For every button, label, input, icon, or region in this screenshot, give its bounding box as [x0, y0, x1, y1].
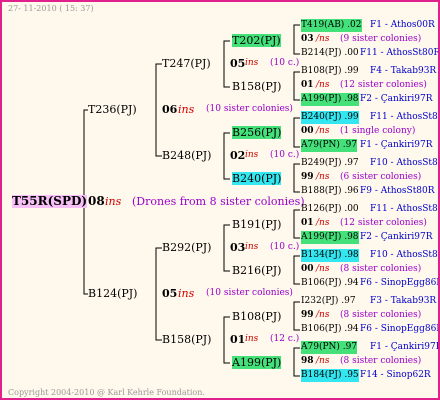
gen4-top-queen: B108(PJ) .99	[301, 66, 359, 76]
gen2-ins: ins	[245, 150, 259, 160]
gen1-ins: ins	[178, 287, 195, 300]
gen4-top-queen: B240(PJ) .99	[301, 111, 359, 124]
gen4-note: (12 sister colonies)	[340, 80, 427, 90]
gen2-ins: ins	[245, 242, 259, 252]
gen4-ins: /ns	[316, 356, 330, 366]
gen4-bottom-location: F2 - Çankiri97R	[360, 232, 433, 242]
gen4-bottom-location: F1 - Çankiri97R	[360, 140, 433, 150]
gen4-bottom-queen: B188(PJ) .96	[301, 186, 359, 196]
root-drone-note: (Drones from 8 sister colonies)	[132, 195, 305, 208]
gen2-queen: B292(PJ)	[162, 241, 212, 254]
gen4-top-location: F10 - AthosSt80R	[370, 158, 438, 168]
root-ins: ins	[105, 195, 122, 208]
gen4-top-queen: A79(PN) .97	[301, 341, 358, 354]
gen4-top-queen: B134(PJ) .98	[301, 249, 359, 262]
gen2-ins: ins	[245, 334, 259, 344]
gen4-bottom-queen: B184(PJ) .95	[301, 369, 359, 382]
gen2-ins: ins	[245, 58, 259, 68]
gen4-year: 01	[301, 80, 314, 90]
gen4-bottom-location: F2 - Çankiri97R	[360, 94, 433, 104]
gen1-queen: T236(PJ)	[88, 103, 137, 116]
gen4-top-location: F11 - AthosSt80R	[370, 112, 438, 122]
gen4-top-location: F11 - AthosSt80R	[370, 204, 438, 214]
gen1-queen: B124(PJ)	[88, 287, 138, 300]
gen4-note: (8 sister colonies)	[340, 264, 422, 274]
gen4-bottom-location: F11 - AthosSt80R	[360, 48, 440, 58]
gen4-year: 03	[301, 34, 314, 44]
gen4-year: 00	[301, 126, 314, 136]
gen2-year: 01	[230, 333, 246, 346]
gen4-year: 01	[301, 218, 314, 228]
gen4-ins: /ns	[316, 126, 330, 136]
gen1-note: (10 sister colonies)	[206, 104, 293, 114]
gen4-top-queen: I232(PJ) .97	[301, 296, 356, 306]
root-year: 08	[88, 194, 105, 208]
gen4-bottom-queen: B106(PJ) .94	[301, 278, 359, 288]
gen1-note: (10 sister colonies)	[206, 288, 293, 298]
gen4-top-queen: B249(PJ) .97	[301, 158, 359, 168]
gen4-top-location: F1 - Athos00R	[370, 20, 435, 30]
gen3-queen: B256(PJ)	[232, 126, 282, 139]
gen4-note: (8 sister colonies)	[340, 310, 422, 320]
gen1-year: 05	[162, 287, 178, 300]
gen4-top-queen: T419(AB) .02	[301, 19, 362, 32]
gen4-top-location: F1 - Çankiri97R	[370, 342, 440, 352]
gen4-ins: /ns	[316, 264, 330, 274]
gen4-bottom-queen: A79(PN) .97	[301, 139, 358, 152]
gen2-year: 05	[230, 57, 246, 70]
gen1-ins: ins	[178, 103, 195, 116]
gen4-note: (6 sister colonies)	[340, 172, 422, 182]
gen4-top-location: F3 - Takab93R	[370, 296, 437, 306]
gen4-bottom-location: F6 - SinopEgg86R	[360, 278, 440, 288]
gen2-note: (12 c.)	[270, 334, 300, 344]
gen4-year: 99	[301, 172, 314, 182]
gen4-year: 99	[301, 310, 314, 320]
root-queen: T55R(SPD)	[12, 194, 88, 208]
gen1-year: 06	[162, 103, 178, 116]
gen4-top-location: F10 - AthosSt80R	[370, 250, 438, 260]
gen2-queen: T247(PJ)	[162, 57, 211, 70]
gen2-queen: B158(PJ)	[162, 333, 212, 346]
gen2-year: 02	[230, 149, 246, 162]
gen2-year: 03	[230, 241, 246, 254]
gen3-queen: B216(PJ)	[232, 264, 282, 277]
gen2-note: (10 c.)	[270, 58, 300, 68]
gen4-bottom-location: F9 - AthosSt80R	[360, 186, 435, 196]
gen4-note: (1 single colony)	[340, 126, 416, 136]
gen4-ins: /ns	[316, 34, 330, 44]
gen3-queen: B108(PJ)	[232, 310, 282, 323]
gen3-queen: T202(PJ)	[232, 34, 281, 47]
gen4-ins: /ns	[316, 218, 330, 228]
gen4-year: 98	[301, 356, 314, 366]
gen3-queen: B240(PJ)	[232, 172, 282, 185]
gen2-note: (10 c.)	[270, 150, 300, 160]
gen4-note: (9 sister colonies)	[340, 34, 422, 44]
gen4-ins: /ns	[316, 80, 330, 90]
gen2-queen: B248(PJ)	[162, 149, 212, 162]
gen3-queen: B158(PJ)	[232, 80, 282, 93]
gen4-bottom-location: F6 - SinopEgg86R	[360, 324, 440, 334]
gen2-note: (10 c.)	[270, 242, 300, 252]
gen4-top-queen: B126(PJ) .00	[301, 204, 359, 214]
gen4-year: 00	[301, 264, 314, 274]
gen4-bottom-location: F14 - Sinop62R	[360, 370, 431, 380]
copyright: Copyright 2004-2010 @ Karl Kehrle Founda…	[8, 388, 205, 397]
gen4-bottom-queen: B214(PJ) .00	[301, 48, 359, 58]
gen4-bottom-queen: A199(PJ) .98	[301, 231, 359, 244]
gen4-bottom-queen: A199(PJ) .98	[301, 93, 359, 106]
gen4-top-location: F4 - Takab93R	[370, 66, 437, 76]
gen4-note: (12 sister colonies)	[340, 218, 427, 228]
gen4-ins: /ns	[316, 172, 330, 182]
gen3-queen: A199(PJ)	[232, 356, 282, 369]
gen3-queen: B191(PJ)	[232, 218, 282, 231]
gen4-note: (8 sister colonies)	[340, 356, 422, 366]
pedigree-frame: 27- 11-2010 ( 15: 37) T55R(SPD) 08 ins (…	[0, 0, 440, 400]
gen4-ins: /ns	[316, 310, 330, 320]
gen4-bottom-queen: B106(PJ) .94	[301, 324, 359, 334]
